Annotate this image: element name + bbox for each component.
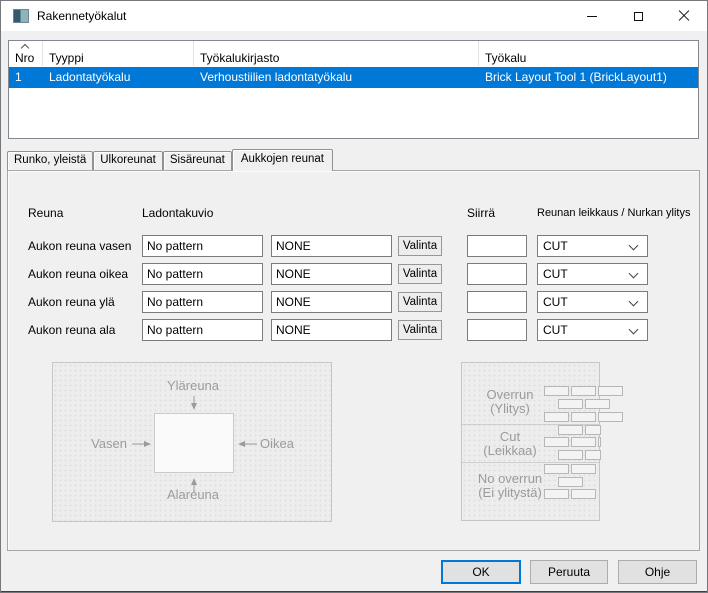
cancel-button[interactable]: Peruuta <box>530 560 608 584</box>
header-reuna: Reuna <box>28 206 63 220</box>
row-label: Aukon reuna ylä <box>28 291 140 313</box>
pattern-field[interactable] <box>142 235 263 257</box>
pattern-field[interactable] <box>142 263 263 285</box>
form-row-yla: Aukon reuna ylä Valinta CUT <box>0 291 708 313</box>
edge-diagram: Yläreuna Vasen Oikea Alareuna <box>52 362 332 522</box>
column-header-nro[interactable]: Nro <box>9 41 43 66</box>
pattern-field[interactable] <box>142 319 263 341</box>
brick <box>558 399 583 409</box>
ok-button[interactable]: OK <box>441 560 521 584</box>
cell-tyyppi: Ladontatyökalu <box>43 67 194 88</box>
brick <box>571 464 596 474</box>
minimize-icon <box>587 16 597 17</box>
brick <box>585 399 610 409</box>
overrun-diagram: Overrun (Ylitys) Cut (Leikkaa) No overru… <box>461 362 600 521</box>
close-button[interactable] <box>661 1 707 31</box>
brick <box>571 437 596 447</box>
band-divider <box>462 462 599 463</box>
brick <box>598 412 623 422</box>
tool-table: Nro Tyyppi Työkalukirjasto Työkalu 1 Lad… <box>8 40 699 139</box>
brick <box>544 489 569 499</box>
brick <box>558 425 583 435</box>
leikkaus-select[interactable]: CUT <box>537 263 648 285</box>
titlebar: Rakennetyökalut <box>1 1 707 31</box>
pattern-field[interactable] <box>142 291 263 313</box>
label-vasen: Vasen <box>91 436 127 451</box>
library-field[interactable] <box>271 263 392 285</box>
library-field[interactable] <box>271 291 392 313</box>
app-icon <box>13 9 29 23</box>
form-row-ala: Aukon reuna ala Valinta CUT <box>0 319 708 341</box>
label-ylareuna: Yläreuna <box>167 378 219 393</box>
brick <box>558 450 583 460</box>
brick <box>571 386 596 396</box>
valinta-button[interactable]: Valinta <box>398 320 442 340</box>
brick <box>544 412 569 422</box>
minimize-button[interactable] <box>569 1 615 31</box>
tab-aukkojen-reunat[interactable]: Aukkojen reunat <box>232 149 333 171</box>
brick <box>558 477 583 487</box>
row-label: Aukon reuna oikea <box>28 263 140 285</box>
siirra-field[interactable] <box>467 291 527 313</box>
maximize-button[interactable] <box>615 1 661 31</box>
brick <box>585 450 601 460</box>
brick <box>544 464 569 474</box>
tab-runko-yleista[interactable]: Runko, yleistä <box>7 151 93 170</box>
row-label: Aukon reuna ala <box>28 319 140 341</box>
table-row-selected[interactable]: 1 Ladontatyökalu Verhoustiilien ladontat… <box>9 67 698 88</box>
brick <box>571 412 596 422</box>
header-reunan-leikkaus: Reunan leikkaus / Nurkan ylitys <box>537 207 690 219</box>
siirra-field[interactable] <box>467 263 527 285</box>
table-header: Nro Tyyppi Työkalukirjasto Työkalu <box>9 41 698 66</box>
header-ladontakuvio: Ladontakuvio <box>142 206 213 220</box>
dialog-window: Rakennetyökalut Nro Tyyppi Työkalukirjas… <box>0 0 708 593</box>
label-oikea: Oikea <box>260 436 294 451</box>
cell-tyokalukirjasto: Verhoustiilien ladontatyökalu <box>194 67 479 88</box>
leikkaus-select[interactable]: CUT <box>537 235 648 257</box>
chevron-down-icon <box>629 325 639 335</box>
cell-nro: 1 <box>9 67 43 88</box>
column-header-tyyppi[interactable]: Tyyppi <box>43 41 194 66</box>
valinta-button[interactable]: Valinta <box>398 264 442 284</box>
siirra-field[interactable] <box>467 319 527 341</box>
form-row-vasen: Aukon reuna vasen Valinta CUT <box>0 235 708 257</box>
chevron-down-icon <box>629 269 639 279</box>
brick <box>544 437 569 447</box>
valinta-button[interactable]: Valinta <box>398 236 442 256</box>
brick <box>598 386 623 396</box>
chevron-down-icon <box>629 297 639 307</box>
label-alareuna: Alareuna <box>167 487 219 502</box>
brick <box>544 386 569 396</box>
window-title: Rakennetyökalut <box>37 1 126 31</box>
leikkaus-select[interactable]: CUT <box>537 319 648 341</box>
brick <box>585 425 601 435</box>
form-row-oikea: Aukon reuna oikea Valinta CUT <box>0 263 708 285</box>
caption-buttons <box>569 1 707 31</box>
cell-tyokalu: Brick Layout Tool 1 (BrickLayout1) <box>479 67 698 88</box>
maximize-icon <box>634 12 643 21</box>
brick <box>571 489 596 499</box>
column-header-tyokalukirjasto[interactable]: Työkalukirjasto <box>194 41 479 66</box>
row-label: Aukon reuna vasen <box>28 235 140 257</box>
siirra-field[interactable] <box>467 235 527 257</box>
leikkaus-select[interactable]: CUT <box>537 291 648 313</box>
close-icon <box>678 10 690 22</box>
tab-ulkoreunat[interactable]: Ulkoreunat <box>93 151 163 170</box>
tab-sisareunat[interactable]: Sisäreunat <box>163 151 232 170</box>
library-field[interactable] <box>271 319 392 341</box>
column-header-tyokalu[interactable]: Työkalu <box>479 41 698 66</box>
chevron-down-icon <box>629 241 639 251</box>
valinta-button[interactable]: Valinta <box>398 292 442 312</box>
brick <box>598 437 601 447</box>
tab-strip: Runko, yleistä Ulkoreunat Sisäreunat Auk… <box>7 149 333 171</box>
library-field[interactable] <box>271 235 392 257</box>
header-siirra: Siirrä <box>467 206 495 220</box>
help-button[interactable]: Ohje <box>618 560 697 584</box>
